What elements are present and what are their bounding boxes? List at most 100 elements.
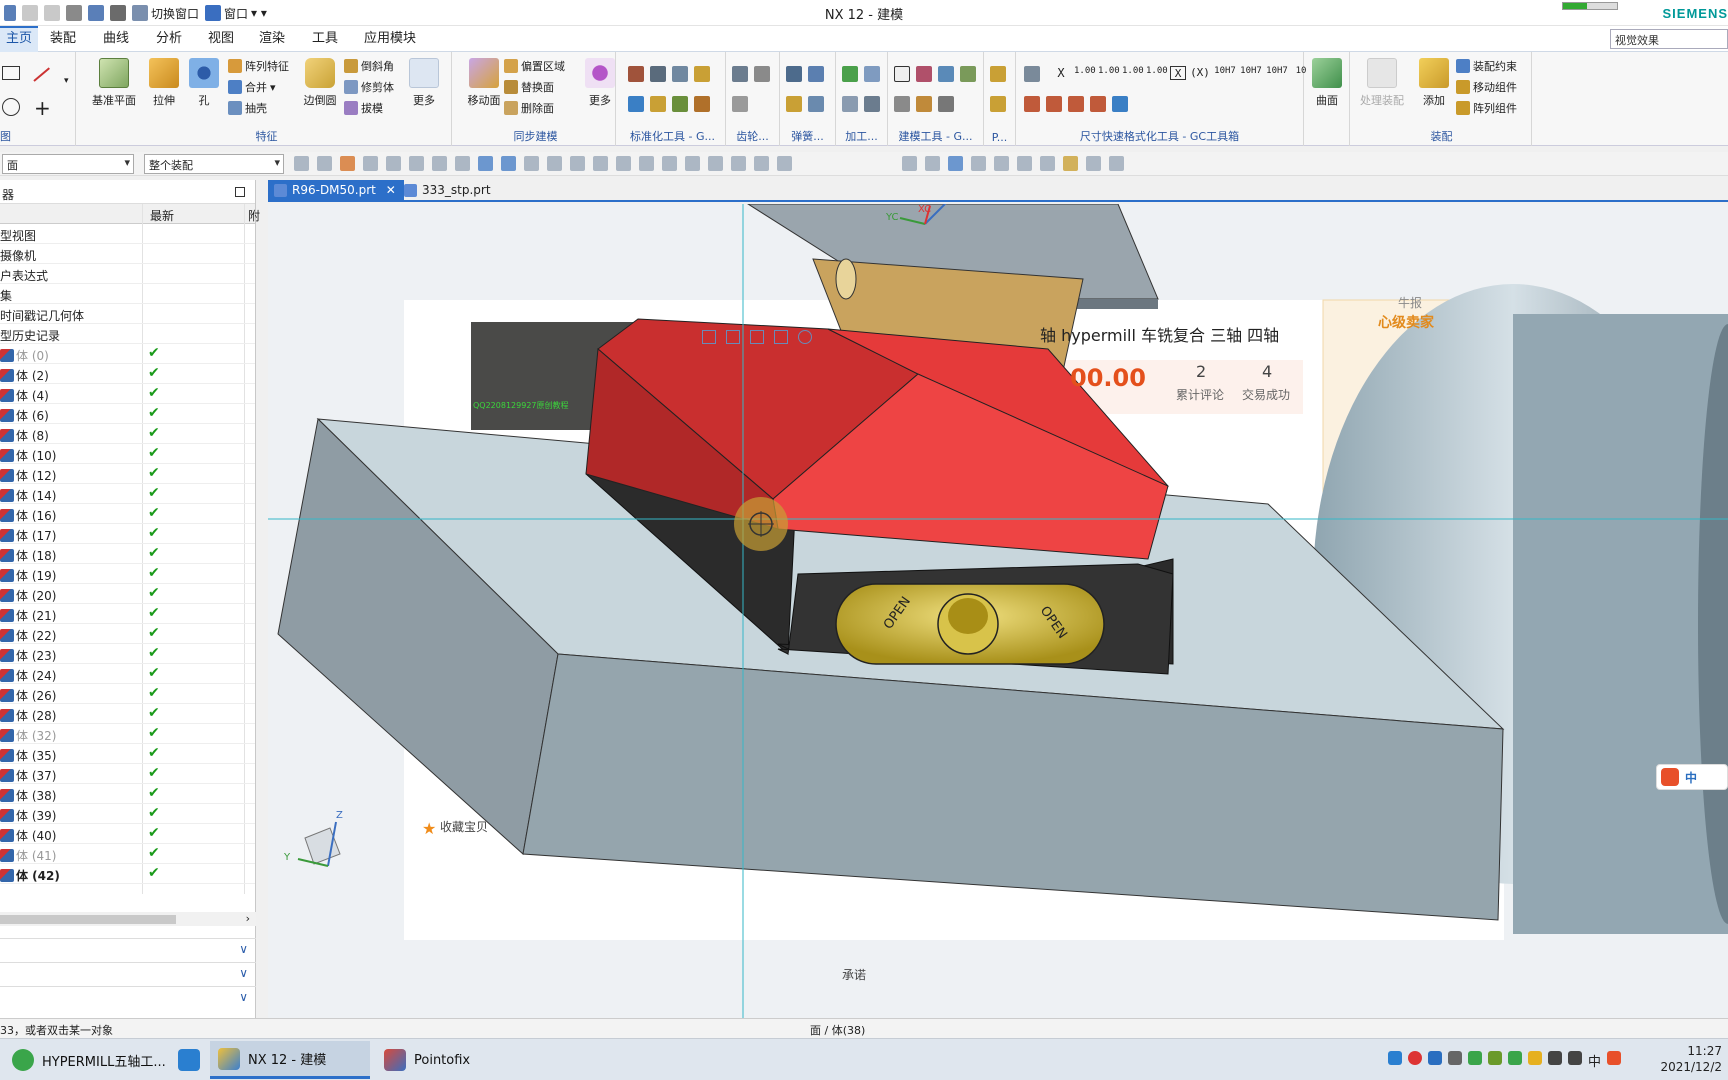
export-icon[interactable]: [774, 330, 788, 344]
gear-icon[interactable]: [798, 330, 812, 344]
selection-icon[interactable]: [731, 156, 746, 171]
dimension-format-button[interactable]: 10H7: [1266, 66, 1288, 80]
details-panel-toggle[interactable]: ∨: [0, 962, 256, 984]
selection-icon[interactable]: [340, 156, 355, 171]
tree-node[interactable]: 型视图: [0, 224, 255, 244]
gear-icon[interactable]: [732, 96, 748, 112]
tree-node[interactable]: 体 (6) ✔: [0, 404, 255, 424]
gear-icon[interactable]: [732, 66, 748, 82]
taskbar-hypermill[interactable]: HYPERMILL五轴工...: [4, 1041, 174, 1079]
dimension-format-button[interactable]: (X): [1190, 66, 1210, 80]
selection-icon[interactable]: [547, 156, 562, 171]
ime-floating-badge[interactable]: 中: [1656, 764, 1728, 790]
tree-node[interactable]: 体 (41) ✔: [0, 844, 255, 864]
tray-app-icon[interactable]: [1448, 1051, 1462, 1065]
close-icon[interactable]: ✕: [386, 183, 396, 197]
tree-node[interactable]: 体 (24) ✔: [0, 664, 255, 684]
spring-icon[interactable]: [786, 96, 802, 112]
view-icon[interactable]: [1017, 156, 1032, 171]
assembly-constraint-button[interactable]: 装配约束: [1456, 58, 1517, 74]
view-icon[interactable]: [971, 156, 986, 171]
tray-app-icon[interactable]: [1388, 1051, 1402, 1065]
p-tool-icon[interactable]: [990, 96, 1006, 112]
dimension-tool-icon[interactable]: [1024, 96, 1040, 112]
file-tab-333-stp[interactable]: 333_stp.prt: [398, 180, 499, 202]
selection-icon[interactable]: [685, 156, 700, 171]
tree-node[interactable]: 户表达式: [0, 264, 255, 284]
preview-panel-toggle[interactable]: ∨: [0, 986, 256, 1008]
column-latest[interactable]: 最新: [150, 207, 174, 224]
taskbar-app[interactable]: [170, 1041, 208, 1079]
gc-tool-icon[interactable]: [694, 96, 710, 112]
chamfer-button[interactable]: 倒斜角: [344, 58, 394, 74]
tree-node[interactable]: 体 (37) ✔: [0, 764, 255, 784]
tree-node[interactable]: 体 (2) ✔: [0, 364, 255, 384]
graphics-window[interactable]: OPEN OPEN ★ 牛报 轴 hypermill 车铣复合 三轴 四轴 00…: [268, 204, 1728, 1018]
wechat-icon[interactable]: [1468, 1051, 1482, 1065]
tree-node[interactable]: 体 (8) ✔: [0, 424, 255, 444]
tree-node[interactable]: 体 (18) ✔: [0, 544, 255, 564]
chevron-down-icon[interactable]: ▾: [64, 76, 69, 86]
view-icon[interactable]: [1063, 156, 1078, 171]
tree-node[interactable]: 体 (40) ✔: [0, 824, 255, 844]
tab-tools[interactable]: 工具: [306, 26, 344, 52]
tab-home[interactable]: 主页: [0, 26, 39, 52]
diameter-icon[interactable]: [1090, 96, 1106, 112]
point-icon[interactable]: +: [34, 96, 51, 120]
machining-icon[interactable]: [864, 96, 880, 112]
selection-icon[interactable]: [708, 156, 723, 171]
selection-icon[interactable]: [754, 156, 769, 171]
chevron-right-icon[interactable]: ›: [246, 912, 250, 925]
tab-view[interactable]: 视图: [202, 26, 240, 52]
command-search-input[interactable]: 视觉效果: [1610, 29, 1728, 49]
edge-blend-button[interactable]: 边倒圆: [294, 56, 346, 108]
tree-node[interactable]: 体 (14) ✔: [0, 484, 255, 504]
selection-icon[interactable]: [570, 156, 585, 171]
taskbar-nx12[interactable]: NX 12 - 建模: [210, 1041, 370, 1079]
maximize-icon[interactable]: [235, 187, 245, 197]
tree-node[interactable]: 体 (4) ✔: [0, 384, 255, 404]
tree-node[interactable]: 体 (12) ✔: [0, 464, 255, 484]
gc-tool-icon[interactable]: [628, 66, 644, 82]
modeling-tool-icon[interactable]: [938, 66, 954, 82]
gc-tool-icon[interactable]: [694, 66, 710, 82]
tree-node[interactable]: 体 (35) ✔: [0, 744, 255, 764]
scope-filter-select[interactable]: 整个装配: [144, 154, 284, 174]
selection-icon[interactable]: [317, 156, 332, 171]
process-assembly-button[interactable]: 处理装配: [1356, 56, 1408, 108]
modeling-tool-icon[interactable]: [916, 96, 932, 112]
trim-body-button[interactable]: 修剪体: [344, 79, 394, 95]
selection-icon[interactable]: [662, 156, 677, 171]
view-icon[interactable]: [1109, 156, 1124, 171]
tree-node[interactable]: 体 (16) ✔: [0, 504, 255, 524]
selection-icon[interactable]: [524, 156, 539, 171]
dimension-format-button[interactable]: 1.00: [1146, 66, 1168, 80]
dimension-format-button[interactable]: X: [1052, 66, 1070, 80]
dimension-format-button[interactable]: 10H7: [1214, 66, 1236, 80]
tab-assembly[interactable]: 装配: [44, 26, 82, 52]
dimension-tool-icon[interactable]: [1046, 96, 1062, 112]
tree-node[interactable]: 型历史记录: [0, 324, 255, 344]
offset-region-button[interactable]: 偏置区域: [504, 58, 565, 74]
delete-face-button[interactable]: 删除面: [504, 100, 554, 116]
tree-node[interactable]: 体 (22) ✔: [0, 624, 255, 644]
selection-icon[interactable]: [593, 156, 608, 171]
ime-indicator[interactable]: 中: [1588, 1051, 1601, 1070]
tree-node[interactable]: 集: [0, 284, 255, 304]
file-tab-r96-dm50[interactable]: R96-DM50.prt ✕: [268, 180, 404, 202]
selection-icon[interactable]: [777, 156, 792, 171]
selection-icon[interactable]: [455, 156, 470, 171]
dimension-format-button[interactable]: 1.00: [1098, 66, 1120, 80]
spring-icon[interactable]: [786, 66, 802, 82]
add-component-button[interactable]: 添加: [1414, 56, 1454, 108]
selection-icon[interactable]: [501, 156, 516, 171]
tree-node[interactable]: 体 (19) ✔: [0, 564, 255, 584]
view-icon[interactable]: [994, 156, 1009, 171]
gc-tool-icon[interactable]: [628, 96, 644, 112]
tree-node[interactable]: 体 (20) ✔: [0, 584, 255, 604]
volume-icon[interactable]: [1568, 1051, 1582, 1065]
refresh-icon[interactable]: [948, 156, 963, 171]
selection-icon[interactable]: [386, 156, 401, 171]
selection-icon[interactable]: [432, 156, 447, 171]
view-icon[interactable]: [902, 156, 917, 171]
